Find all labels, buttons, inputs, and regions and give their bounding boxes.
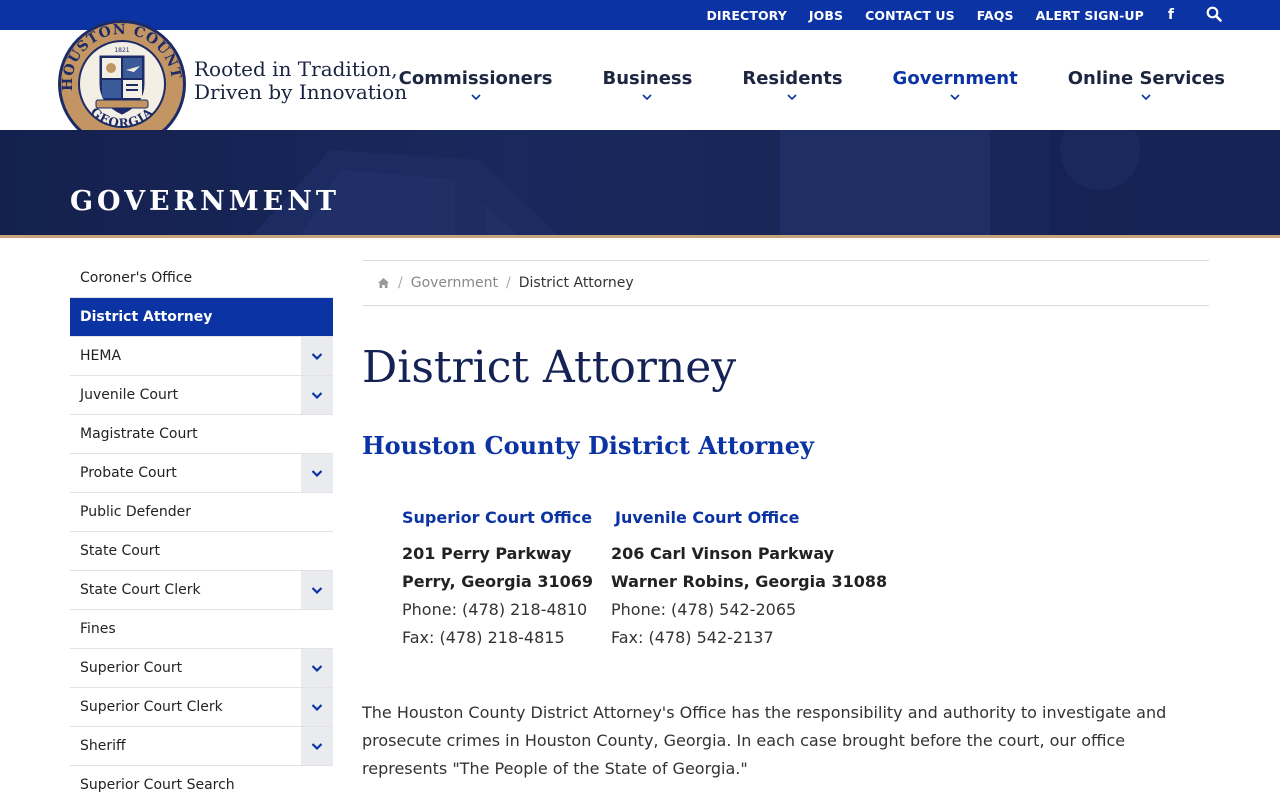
facebook-icon[interactable]: f	[1168, 7, 1174, 23]
sidebar-item-sheriff[interactable]: Sheriff	[70, 727, 333, 766]
sidebar-item-superior-court[interactable]: Superior Court	[70, 649, 333, 688]
sidebar-item-label: Juvenile Court	[80, 387, 179, 403]
address-line-1: 206 Carl Vinson Parkway	[611, 544, 835, 563]
sidebar-item-label: Coroner's Office	[80, 270, 193, 286]
section-title: GOVERNMENT	[70, 186, 340, 217]
chevron-down-icon	[787, 94, 798, 101]
office-fax: Fax: (478) 542-2137	[611, 628, 774, 647]
sidebar-item-label: State Court	[80, 543, 160, 559]
utility-links: DIRECTORY JOBS CONTACT US FAQS ALERT SIG…	[684, 0, 1222, 30]
address-line-2: Warner Robins, Georgia 31088	[611, 572, 888, 591]
office-phone: Phone: (478) 542-2065	[611, 600, 797, 619]
chevron-down-icon	[470, 94, 481, 101]
sidebar-item-district-attorney[interactable]: District Attorney	[70, 298, 333, 337]
breadcrumb: / Government / District Attorney	[363, 260, 1209, 306]
utility-bar: DIRECTORY JOBS CONTACT US FAQS ALERT SIG…	[0, 0, 1280, 30]
nav-commissioners[interactable]: Commissioners	[398, 30, 553, 130]
chevron-down-icon	[311, 664, 323, 672]
breadcrumb-separator: /	[506, 275, 511, 291]
nav-label: Business	[602, 68, 693, 89]
nav-label: Commissioners	[398, 68, 553, 89]
sidebar-item-label: District Attorney	[80, 309, 213, 325]
office-heading: Juvenile Court Office	[615, 508, 800, 527]
chevron-down-icon	[950, 94, 960, 101]
sidebar-item-label: State Court Clerk	[80, 582, 201, 598]
chevron-down-icon	[311, 391, 323, 399]
search-icon[interactable]	[1206, 6, 1224, 24]
nav-residents[interactable]: Residents	[742, 30, 843, 130]
sidebar-item-probate-court[interactable]: Probate Court	[70, 454, 333, 493]
svg-text:1821: 1821	[114, 47, 129, 54]
breadcrumb-current: District Attorney	[518, 275, 634, 291]
sidebar-item-state-court-clerk[interactable]: State Court Clerk	[70, 571, 333, 610]
alert-sign-up-link[interactable]: ALERT SIGN-UP	[1036, 8, 1144, 23]
hero-background-image	[0, 130, 1280, 235]
site-header: HOUSTON COUNTY GEORGIA 1821 Rooted in Tr…	[0, 6, 1280, 148]
chevron-down-icon	[311, 586, 323, 594]
sidebar-item-label: Fines	[80, 621, 116, 637]
page-title: District Attorney	[362, 342, 737, 393]
sidebar-item-juvenile-court[interactable]: Juvenile Court	[70, 376, 333, 415]
breadcrumb-government-link[interactable]: Government	[411, 275, 498, 291]
sidebar-item-superior-court-search[interactable]: Superior Court Search	[70, 766, 333, 800]
directory-link[interactable]: DIRECTORY	[706, 8, 786, 23]
address-line-2: Perry, Georgia 31069	[402, 572, 594, 591]
sidebar-item-state-court[interactable]: State Court	[70, 532, 333, 571]
sidebar-item-fines[interactable]: Fines	[70, 610, 333, 649]
office-address: 206 Carl Vinson Parkway Warner Robins, G…	[611, 540, 887, 596]
sidebar-item-label: Superior Court Search	[80, 777, 235, 793]
expand-toggle[interactable]	[301, 571, 333, 609]
sidebar-item-superior-court-clerk[interactable]: Superior Court Clerk	[70, 688, 333, 727]
page-subtitle: Houston County District Attorney	[362, 431, 814, 460]
chevron-down-icon	[311, 469, 323, 477]
nav-online-services[interactable]: Online Services	[1068, 30, 1225, 130]
sidebar-item-hema[interactable]: HEMA	[70, 337, 333, 376]
sidebar-item-magistrate-court[interactable]: Magistrate Court	[70, 415, 333, 454]
nav-government[interactable]: Government	[893, 30, 1018, 130]
sidebar-item-label: Superior Court	[80, 660, 183, 676]
jobs-link[interactable]: JOBS	[809, 8, 843, 23]
office-fax: Fax: (478) 218-4815	[402, 628, 565, 647]
office-description: The Houston County District Attorney's O…	[362, 703, 1167, 778]
expand-toggle[interactable]	[301, 376, 333, 414]
expand-toggle[interactable]	[301, 727, 333, 765]
sidebar-item-label: Sheriff	[80, 738, 126, 754]
chevron-down-icon	[642, 94, 652, 101]
main-navigation: Commissioners Business Residents Governm…	[349, 30, 1225, 130]
sidebar-item-coroners-office[interactable]: Coroner's Office	[70, 259, 333, 298]
office-phone: Phone: (478) 218-4810	[402, 600, 588, 619]
address-line-1: 201 Perry Parkway	[402, 544, 572, 563]
faqs-link[interactable]: FAQS	[977, 8, 1014, 23]
expand-toggle[interactable]	[301, 649, 333, 687]
sidebar-item-label: Magistrate Court	[80, 426, 198, 442]
nav-label: Online Services	[1067, 68, 1225, 89]
sidebar-nav: Coroner's Office District Attorney HEMA …	[70, 259, 333, 800]
office-address: 201 Perry Parkway Perry, Georgia 31069	[402, 540, 593, 596]
contact-us-link[interactable]: CONTACT US	[865, 8, 955, 23]
chevron-down-icon	[311, 742, 323, 750]
sidebar-item-public-defender[interactable]: Public Defender	[70, 493, 333, 532]
sidebar-item-label: HEMA	[80, 348, 122, 364]
juvenile-court-office-block: Juvenile Court Office 206 Carl Vinson Pa…	[611, 508, 887, 652]
expand-toggle[interactable]	[301, 337, 333, 375]
expand-toggle[interactable]	[301, 454, 333, 492]
sidebar-item-label: Probate Court	[80, 465, 177, 481]
chevron-down-icon	[311, 703, 323, 711]
nav-label: Government	[892, 68, 1018, 89]
office-heading: Superior Court Office	[402, 508, 593, 527]
superior-court-office-block: Superior Court Office 201 Perry Parkway …	[402, 508, 593, 652]
sidebar-item-label: Superior Court Clerk	[80, 699, 223, 715]
nav-business[interactable]: Business	[602, 30, 692, 130]
chevron-down-icon	[311, 352, 323, 360]
nav-label: Residents	[742, 68, 843, 89]
chevron-down-icon	[1141, 94, 1151, 101]
home-icon[interactable]	[377, 277, 390, 289]
breadcrumb-separator: /	[398, 275, 403, 291]
sidebar-item-label: Public Defender	[80, 504, 191, 520]
hero-banner: GOVERNMENT	[0, 130, 1280, 238]
expand-toggle[interactable]	[301, 688, 333, 726]
